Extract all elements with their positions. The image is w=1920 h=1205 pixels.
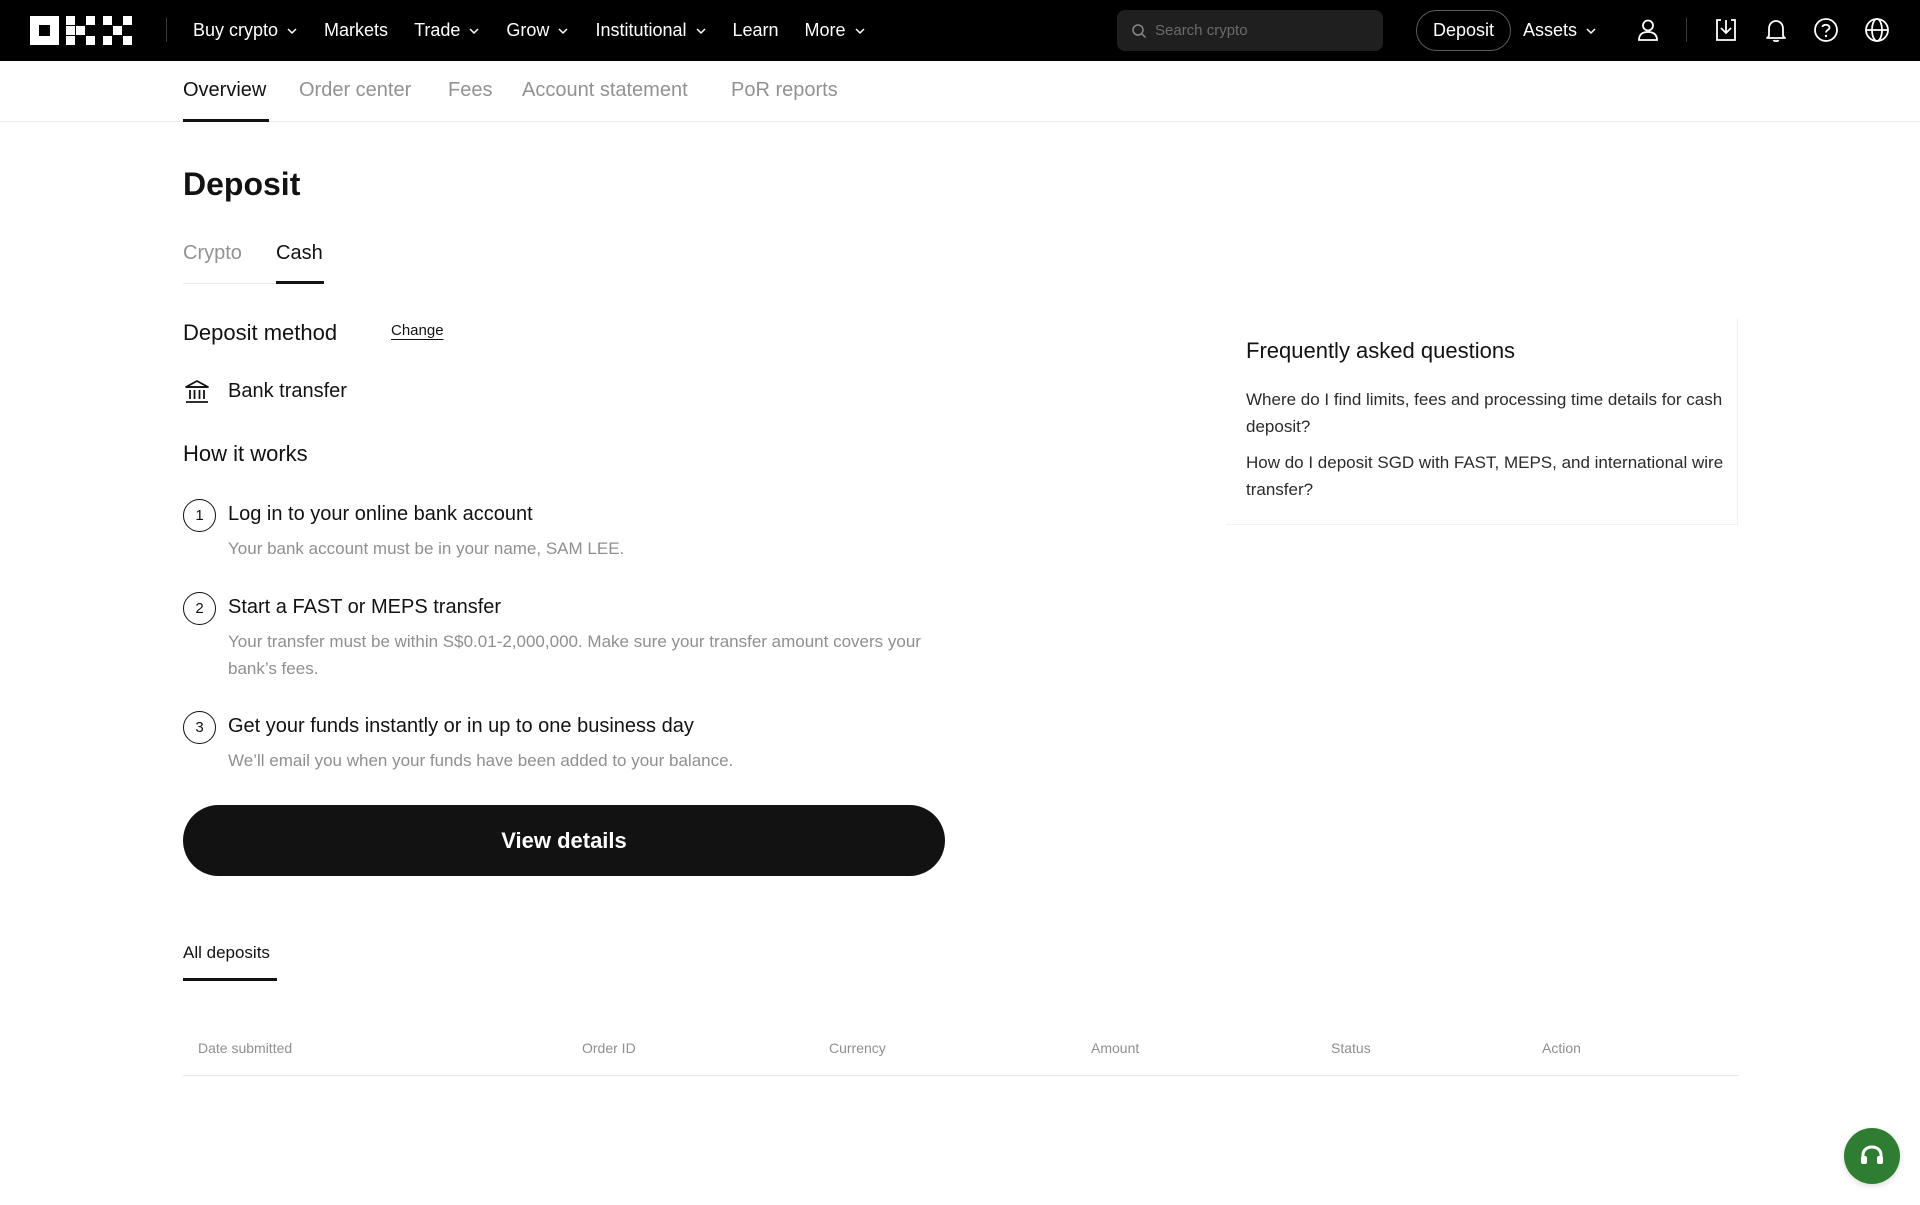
nav-trade[interactable]: Trade [414,20,480,41]
globe-icon[interactable] [1864,17,1890,43]
chevron-down-icon [695,27,706,34]
column-header-currency: Currency [829,1040,886,1056]
how-it-works-heading: How it works [183,441,308,466]
nav-divider [166,18,167,42]
column-header-order-id: Order ID [582,1040,636,1056]
page-title: Deposit [183,166,301,202]
sub-navbar: Overview Order center Fees Account state… [0,61,1920,122]
chevron-down-icon [855,27,865,34]
search-input[interactable] [1155,22,1365,39]
step-description: Your transfer must be within S$0.01-2,00… [228,632,921,678]
chevron-down-icon [469,27,479,34]
step-description: Your bank account must be in your name, … [228,539,625,558]
assets-label: Assets [1523,20,1578,40]
faq-title: Frequently asked questions [1246,338,1516,363]
active-tab-indicator [183,119,269,122]
tab-order-center[interactable]: Order center [299,79,411,102]
deposit-method-label: Bank transfer [228,380,347,402]
chevron-down-icon [558,27,568,34]
active-tab-indicator [276,281,324,284]
change-method-link[interactable]: Change [391,322,444,339]
nav-item-label: Institutional [595,20,687,40]
deposit-button[interactable]: Deposit [1416,10,1511,51]
help-icon[interactable] [1813,17,1839,43]
nav-item-label: More [804,20,846,40]
nav-grow[interactable]: Grow [506,20,569,41]
deposit-method-heading: Deposit method [183,320,338,345]
tab-fees[interactable]: Fees [448,79,492,102]
step-number: 3 [183,711,216,744]
column-header-action: Action [1542,1040,1581,1056]
assets-menu[interactable]: Assets [1523,0,1597,61]
nav-item-label: Markets [324,20,389,40]
nav-learn[interactable]: Learn [733,20,779,41]
nav-markets[interactable]: Markets [324,20,388,41]
search-icon [1132,23,1147,38]
chevron-down-icon [287,27,297,34]
support-chat-button[interactable] [1844,1128,1900,1184]
view-details-button[interactable]: View details [183,805,945,876]
nav-buy-crypto[interactable]: Buy crypto [193,20,298,41]
tab-account-statement[interactable]: Account statement [522,79,688,102]
tab-all-deposits[interactable]: All deposits [183,943,270,963]
bank-icon [185,380,209,403]
tab-cash[interactable]: Cash [276,242,323,265]
table-divider [183,1075,1738,1076]
tab-por-reports[interactable]: PoR reports [731,79,838,102]
column-header-date: Date submitted [198,1040,293,1056]
faq-question[interactable]: Where do I find limits, fees and process… [1246,386,1726,440]
nav-more[interactable]: More [805,20,866,41]
step-title: Start a FAST or MEPS transfer [228,596,502,618]
active-tab-indicator [183,978,277,981]
column-header-amount: Amount [1091,1040,1140,1056]
main-menu: Buy crypto Markets Trade Grow Institutio… [193,0,892,61]
step-description: We’ll email you when your funds have bee… [228,751,734,770]
nav-item-label: Trade [414,20,461,40]
user-icon[interactable] [1635,17,1661,43]
step-number: 1 [183,499,216,532]
search-box[interactable] [1117,10,1383,51]
bell-icon[interactable] [1763,17,1789,43]
okx-logo[interactable] [30,16,132,45]
nav-item-label: Learn [732,20,779,40]
nav-item-label: Buy crypto [193,20,279,40]
nav-item-label: Grow [506,20,550,40]
download-icon[interactable] [1713,17,1739,43]
faq-panel: Frequently asked questions Where do I fi… [1226,318,1738,525]
step-title: Log in to your online bank account [228,503,533,525]
top-navbar: Buy crypto Markets Trade Grow Institutio… [0,0,1920,61]
step-number: 2 [183,592,216,625]
icon-divider [1686,18,1687,42]
faq-question[interactable]: How do I deposit SGD with FAST, MEPS, an… [1246,449,1726,503]
step-title: Get your funds instantly or in up to one… [228,715,694,737]
column-header-status: Status [1331,1040,1371,1056]
chevron-down-icon [1586,27,1596,34]
headset-icon [1861,1145,1883,1164]
nav-institutional[interactable]: Institutional [595,20,706,41]
tab-crypto[interactable]: Crypto [183,242,242,265]
tab-overview[interactable]: Overview [183,79,266,102]
